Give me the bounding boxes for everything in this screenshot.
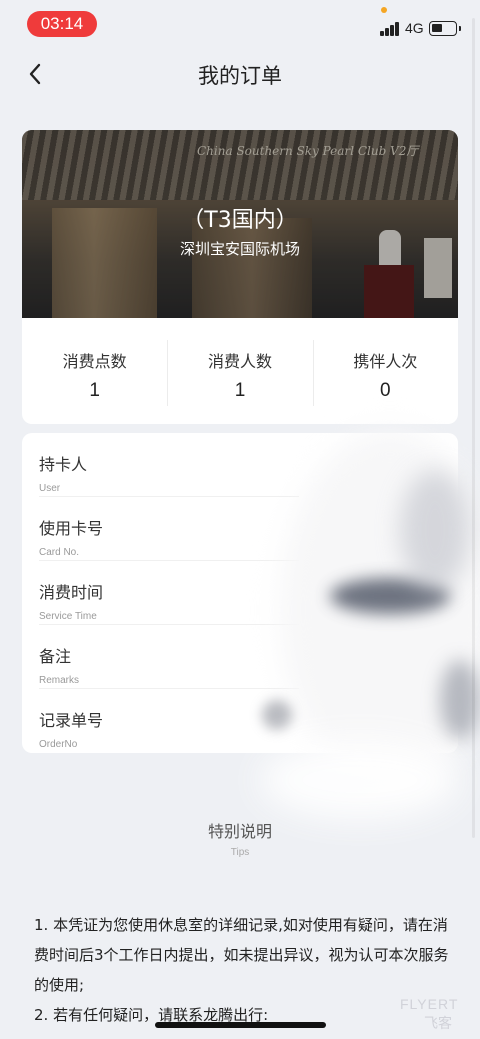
tips-notes: 1. 本凭证为您使用休息室的详细记录,如对使用有疑问，请在消费时间后3个工作日内… — [34, 910, 454, 1030]
field-label: 使用卡号 — [39, 519, 104, 538]
field-sublabel: OrderNo — [39, 739, 78, 750]
home-indicator[interactable] — [155, 1022, 326, 1028]
battery-icon — [429, 21, 461, 36]
watermark-logo: FLYERT — [400, 996, 459, 1012]
lounge-airport: 深圳宝安国际机场 — [179, 240, 300, 258]
field-sublabel: User — [39, 483, 61, 494]
field-service-time: 消费时间 Service Time — [39, 561, 299, 625]
network-type: 4G — [405, 20, 424, 36]
field-label: 消费时间 — [39, 583, 104, 602]
consumption-stats: 消费点数 1 消费人数 1 携伴人次 0 — [22, 318, 458, 424]
field-remarks: 备注 Remarks — [39, 625, 299, 689]
tips-note: 1. 本凭证为您使用休息室的详细记录,如对使用有疑问，请在消费时间后3个工作日内… — [34, 916, 449, 994]
stat-value: 1 — [89, 380, 100, 401]
stat-points: 消费点数 1 — [22, 318, 167, 424]
cellular-signal-icon — [380, 22, 400, 36]
field-label: 备注 — [39, 647, 72, 666]
stat-label: 携伴人次 — [353, 352, 418, 371]
stat-value: 0 — [380, 380, 391, 401]
status-bar: 03:14 4G — [0, 0, 480, 48]
tips-subtitle: Tips — [230, 847, 250, 858]
field-sublabel: Card No. — [39, 547, 80, 558]
watermark-logo-cn: 飞客 — [424, 1016, 452, 1032]
field-sublabel: Service Time — [39, 611, 97, 622]
stat-value: 1 — [234, 380, 246, 401]
tips-title: 特别说明 — [207, 822, 272, 841]
scrollbar[interactable] — [472, 18, 475, 838]
lounge-photo: China Southern Sky Pearl Club V2厅 （T3国内）… — [22, 130, 458, 318]
order-info-card: 持卡人 User 使用卡号 Card No. 消费时间 Service Time… — [22, 433, 458, 753]
field-label: 记录单号 — [39, 711, 104, 730]
stat-companions: 携伴人次 0 — [312, 318, 458, 424]
field-order-number: 记录单号 OrderNo — [39, 689, 299, 753]
stat-label: 消费人数 — [207, 352, 272, 371]
lounge-card: China Southern Sky Pearl Club V2厅 （T3国内）… — [22, 130, 458, 424]
lounge-name: （T3国内） — [182, 208, 298, 233]
field-sublabel: Remarks — [39, 675, 80, 686]
stat-label: 消费点数 — [62, 352, 127, 371]
stat-persons: 消费人数 1 — [167, 318, 312, 424]
field-card-number: 使用卡号 Card No. — [39, 497, 299, 561]
field-cardholder: 持卡人 User — [39, 433, 299, 497]
nav-bar: 我的订单 — [0, 52, 480, 96]
status-time: 03:14 — [27, 11, 97, 37]
field-label: 持卡人 — [39, 455, 88, 474]
page-title: 我的订单 — [198, 64, 282, 88]
privacy-indicator-dot — [381, 7, 387, 13]
